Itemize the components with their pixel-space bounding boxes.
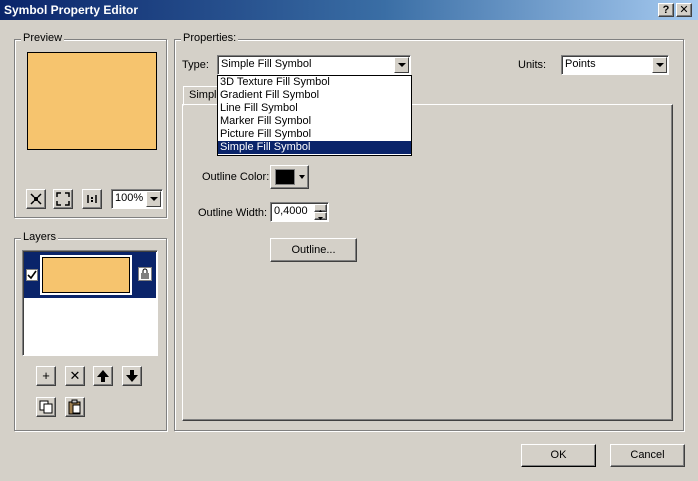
outline-width-input[interactable]: 0,4000: [270, 202, 329, 222]
outline-button[interactable]: Outline...: [270, 238, 357, 262]
title-bar: Symbol Property Editor ? ✕: [0, 0, 698, 20]
zoom-out-button[interactable]: [53, 189, 73, 209]
layer-row[interactable]: [24, 252, 156, 298]
chevron-down-icon[interactable]: [146, 191, 161, 207]
type-option[interactable]: Line Fill Symbol: [218, 102, 411, 115]
layer-swatch: [42, 257, 130, 293]
check-icon: [27, 270, 37, 280]
layer-checkbox[interactable]: [26, 269, 38, 281]
chevron-down-icon[interactable]: [652, 57, 667, 73]
arrow-down-icon: [126, 370, 138, 382]
outline-width-label: Outline Width:: [198, 207, 268, 219]
lock-icon[interactable]: [138, 267, 152, 281]
units-select[interactable]: Points: [561, 55, 669, 75]
zoom-in-icon: [30, 193, 42, 205]
cancel-button[interactable]: Cancel: [610, 444, 685, 467]
ok-button[interactable]: OK: [521, 444, 596, 467]
actual-size-icon: [87, 195, 97, 203]
arrow-up-icon: [97, 370, 109, 382]
type-option-selected[interactable]: Simple Fill Symbol: [218, 141, 411, 154]
spin-down-icon: [318, 217, 323, 220]
paste-layer-button[interactable]: [65, 397, 85, 417]
copy-icon: [39, 400, 53, 414]
spin-down-button[interactable]: [314, 212, 327, 220]
delete-layer-button[interactable]: ✕: [65, 366, 85, 386]
spin-up-button[interactable]: [314, 204, 327, 213]
layers-label: Layers: [21, 231, 59, 243]
copy-layer-button[interactable]: [36, 397, 56, 417]
delete-icon: ✕: [69, 368, 81, 383]
units-label: Units:: [518, 59, 547, 71]
tab-simple[interactable]: Simple: [183, 86, 223, 106]
actual-size-button[interactable]: [82, 189, 102, 209]
help-icon: ?: [662, 4, 670, 16]
close-icon: ✕: [679, 4, 689, 16]
type-select[interactable]: Simple Fill Symbol: [217, 55, 411, 75]
zoom-in-button[interactable]: [26, 189, 46, 209]
chevron-down-icon: [299, 175, 305, 179]
move-down-button[interactable]: [122, 366, 142, 386]
layer-swatch-frame: [40, 255, 132, 295]
preview-group: Preview 100%: [14, 32, 167, 218]
zoom-out-icon: [56, 192, 70, 206]
preview-swatch: [27, 52, 157, 150]
layers-list[interactable]: [22, 250, 158, 356]
zoom-select[interactable]: 100%: [111, 189, 163, 209]
ok-button-label: OK: [550, 449, 567, 461]
add-layer-button[interactable]: +: [36, 366, 56, 386]
type-dropdown-list[interactable]: 3D Texture Fill Symbol Gradient Fill Sym…: [217, 75, 412, 156]
type-label: Type:: [182, 59, 209, 71]
plus-icon: +: [42, 368, 50, 383]
outline-color-label: Outline Color:: [202, 171, 270, 183]
type-option[interactable]: Marker Fill Symbol: [218, 115, 411, 128]
help-button[interactable]: ?: [658, 3, 674, 17]
outline-width-value: 0,4000: [274, 205, 308, 217]
outline-color-button[interactable]: [270, 165, 309, 189]
layers-group: Layers + ✕: [14, 231, 167, 431]
chevron-down-icon[interactable]: [394, 57, 409, 73]
outline-button-label: Outline...: [291, 244, 336, 256]
outline-color-swatch: [275, 169, 295, 185]
type-option[interactable]: Gradient Fill Symbol: [218, 89, 411, 102]
preview-label: Preview: [21, 32, 65, 44]
move-up-button[interactable]: [93, 366, 113, 386]
zoom-value: 100%: [115, 192, 144, 204]
properties-label: Properties:: [181, 32, 239, 44]
cancel-button-label: Cancel: [630, 449, 665, 461]
close-button[interactable]: ✕: [676, 3, 692, 17]
units-value: Points: [565, 58, 596, 70]
window-title: Symbol Property Editor: [4, 3, 139, 17]
type-option[interactable]: Picture Fill Symbol: [218, 128, 411, 141]
paste-icon: [68, 399, 81, 415]
type-value: Simple Fill Symbol: [221, 58, 312, 70]
type-option[interactable]: 3D Texture Fill Symbol: [218, 76, 411, 89]
